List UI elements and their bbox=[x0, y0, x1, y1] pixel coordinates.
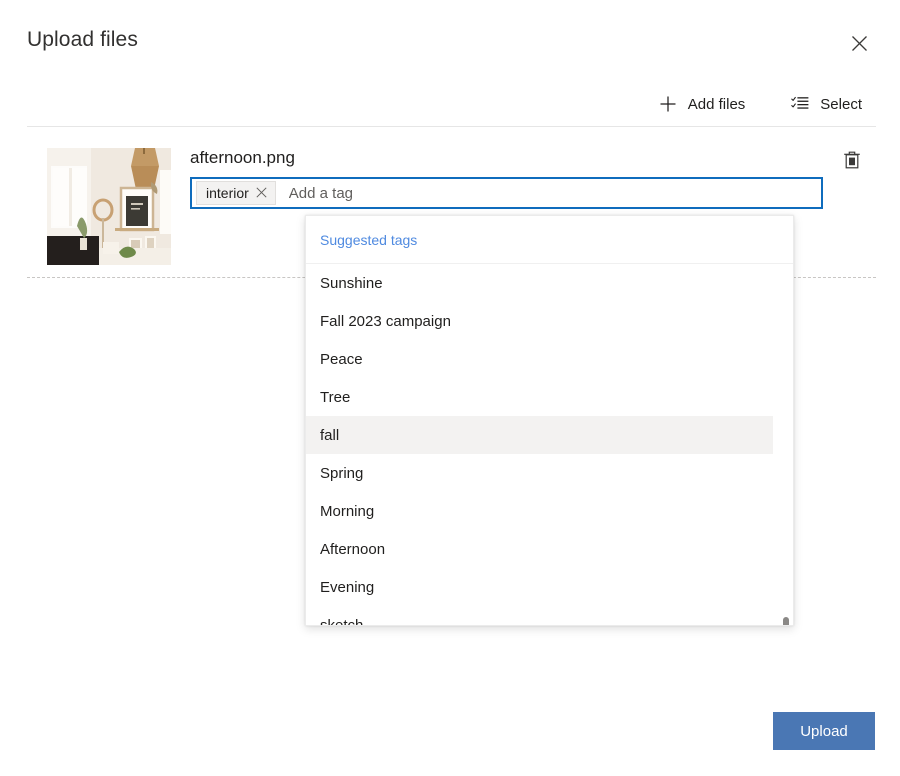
dropdown-scrollbar-thumb[interactable] bbox=[783, 617, 789, 626]
list-item[interactable]: sketch bbox=[306, 606, 773, 626]
list-item[interactable]: Fall 2023 campaign bbox=[306, 302, 773, 340]
suggestion-label: Peace bbox=[320, 351, 363, 368]
page-title: Upload files bbox=[27, 28, 138, 52]
suggested-tags-header: Suggested tags bbox=[306, 216, 793, 264]
list-item[interactable]: Afternoon bbox=[306, 530, 773, 568]
tag-chip-label: interior bbox=[206, 185, 249, 201]
suggestion-label: Morning bbox=[320, 503, 374, 520]
suggestion-label: Tree bbox=[320, 389, 350, 406]
suggestion-label: Afternoon bbox=[320, 541, 385, 558]
list-item[interactable]: Peace bbox=[306, 340, 773, 378]
toolbar-divider bbox=[27, 126, 876, 127]
close-button[interactable] bbox=[842, 26, 876, 60]
list-item[interactable]: Sunshine bbox=[306, 264, 773, 302]
add-files-button[interactable]: Add files bbox=[645, 85, 760, 123]
delete-file-button[interactable] bbox=[836, 146, 868, 176]
list-item[interactable]: Morning bbox=[306, 492, 773, 530]
upload-files-dialog: Upload files Add files bbox=[0, 0, 900, 776]
close-icon bbox=[256, 186, 267, 201]
checklist-icon bbox=[791, 95, 809, 113]
command-bar: Add files Select bbox=[27, 84, 876, 124]
close-icon bbox=[851, 35, 868, 52]
trash-icon bbox=[843, 150, 861, 172]
file-name: afternoon.png bbox=[190, 148, 295, 168]
add-files-label: Add files bbox=[688, 97, 746, 112]
suggested-tags-dropdown: Suggested tags Sunshine Fall 2023 campai… bbox=[305, 215, 794, 626]
suggested-tags-list: Sunshine Fall 2023 campaign Peace Tree f… bbox=[306, 264, 793, 626]
list-item[interactable]: Tree bbox=[306, 378, 773, 416]
suggestion-label: Sunshine bbox=[320, 275, 383, 292]
list-item[interactable]: Spring bbox=[306, 454, 773, 492]
file-thumbnail bbox=[47, 148, 171, 265]
plus-icon bbox=[659, 95, 677, 113]
suggestion-label: fall bbox=[320, 427, 339, 444]
suggestion-label: Evening bbox=[320, 579, 374, 596]
suggestion-label: Fall 2023 campaign bbox=[320, 313, 451, 330]
select-label: Select bbox=[820, 97, 862, 112]
tag-chip[interactable]: interior bbox=[196, 181, 276, 205]
tag-input-container[interactable]: interior bbox=[190, 177, 823, 209]
tag-chip-remove-button[interactable] bbox=[249, 182, 275, 204]
suggestion-label: sketch bbox=[320, 617, 363, 627]
upload-button[interactable]: Upload bbox=[773, 712, 875, 750]
suggestion-label: Spring bbox=[320, 465, 363, 482]
list-item[interactable]: fall bbox=[306, 416, 773, 454]
list-item[interactable]: Evening bbox=[306, 568, 773, 606]
select-button[interactable]: Select bbox=[777, 85, 876, 123]
tag-input[interactable] bbox=[276, 180, 818, 206]
